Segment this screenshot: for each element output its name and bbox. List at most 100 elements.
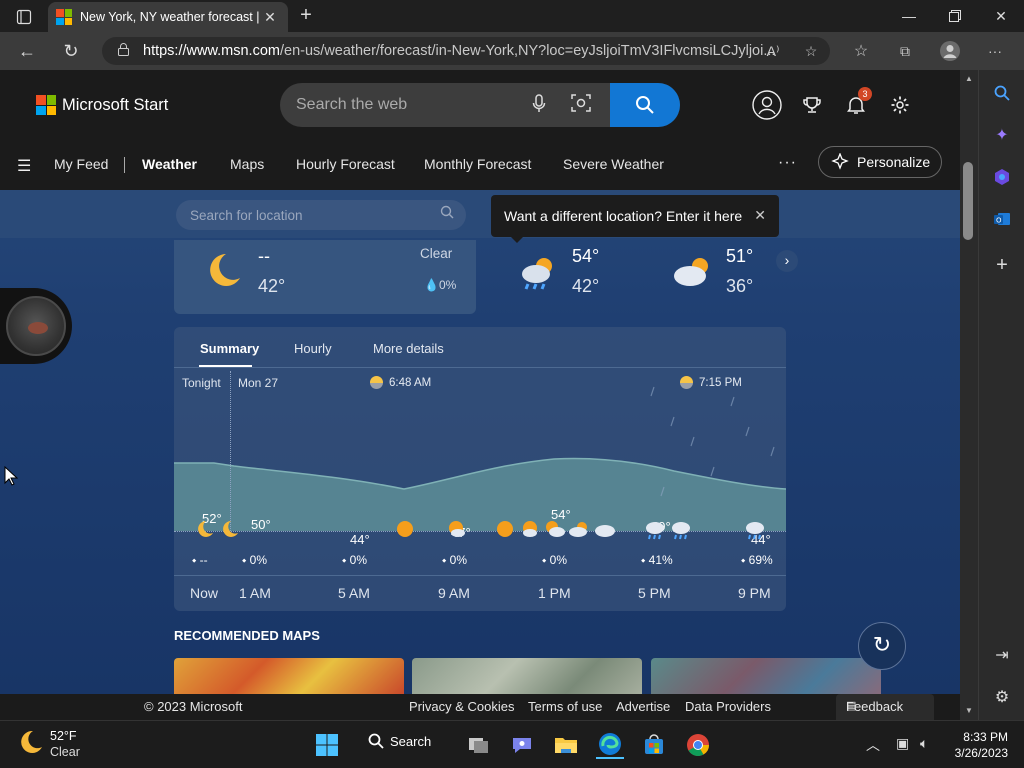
day-card-tuesday[interactable]: 51° 36° [660, 240, 790, 314]
axis-divider [174, 575, 786, 576]
tuesday-low: 36° [726, 276, 754, 296]
settings-more-icon[interactable]: ··· [984, 40, 1006, 62]
clock-date: 3/26/2023 [954, 746, 1008, 760]
settings-gear-icon[interactable] [884, 89, 916, 121]
show-hidden-icons[interactable]: ︿ [866, 735, 880, 755]
location-search-input[interactable]: Search for location [176, 200, 466, 230]
menu-hamburger-icon[interactable]: ☰ [17, 156, 35, 176]
personalize-button[interactable]: Personalize [818, 146, 942, 178]
add-sidebar-icon[interactable]: + [989, 252, 1015, 278]
tab-summary[interactable]: Summary [200, 341, 259, 356]
feedback-button[interactable]: ▤ Feedback [836, 694, 934, 720]
taskbar-clock[interactable]: 8:33 PM 3/26/2023 [950, 729, 1008, 761]
hide-sidebar-icon[interactable]: ⇥ [989, 642, 1015, 668]
clock-time: 8:33 PM [963, 730, 1008, 744]
precip-9pm: ⬩ 69% [741, 553, 773, 567]
copilot-avatar-bubble[interactable] [0, 288, 72, 364]
nav-my-feed[interactable]: My Feed [54, 156, 108, 172]
rewards-trophy-icon[interactable] [796, 89, 828, 121]
lock-icon [118, 42, 129, 60]
back-icon[interactable]: ← [12, 37, 42, 65]
microsoft-store-icon[interactable] [640, 731, 668, 759]
mouse-cursor-icon [4, 466, 18, 486]
outlook-icon[interactable]: O [989, 206, 1015, 232]
profile-icon[interactable] [939, 40, 961, 62]
location-search-icon[interactable] [440, 205, 454, 222]
map-thumbnail-satellite[interactable] [412, 658, 642, 694]
refresh-button[interactable]: ↻ [858, 622, 906, 670]
tab-more-details[interactable]: More details [373, 341, 444, 356]
taskbar-search-button[interactable]: Search [368, 733, 431, 749]
msn-header: Microsoft Start Search the web 3 ☰ My Fe… [0, 70, 960, 190]
data-providers-link[interactable]: Data Providers [685, 699, 771, 714]
scrollbar-thumb[interactable] [963, 162, 973, 240]
microphone-icon[interactable] [528, 94, 550, 116]
axis-5pm: 5 PM [638, 585, 671, 601]
advertise-link[interactable]: Advertise [616, 699, 670, 714]
edge-browser-icon[interactable] [596, 731, 624, 759]
nav-hourly-forecast[interactable]: Hourly Forecast [296, 156, 395, 172]
axis-5am: 5 AM [338, 585, 370, 601]
file-explorer-icon[interactable] [552, 731, 580, 759]
terms-link[interactable]: Terms of use [528, 699, 602, 714]
microsoft-start-logo[interactable]: Microsoft Start [36, 95, 168, 115]
account-icon[interactable] [751, 89, 783, 121]
close-window-button[interactable]: ✕ [978, 0, 1024, 32]
tab-actions-icon[interactable] [8, 6, 40, 28]
nav-severe-weather[interactable]: Severe Weather [563, 156, 664, 172]
location-tooltip: Want a different location? Enter it here… [491, 195, 779, 243]
nav-maps[interactable]: Maps [230, 156, 264, 172]
copilot-sparkle-icon[interactable]: ✦ [989, 122, 1015, 148]
page-scrollbar[interactable]: ▲ ▼ [960, 70, 978, 720]
volume-icon[interactable]: 🔈︎ [920, 735, 928, 752]
restore-button[interactable] [932, 0, 978, 32]
teams-chat-icon[interactable] [508, 731, 536, 759]
read-aloud-icon[interactable]: A⁾ [762, 40, 784, 62]
map-thumbnail-radar[interactable] [651, 658, 881, 694]
next-days-chevron-icon[interactable]: › [776, 250, 798, 272]
address-bar-row: ← ↻ https://www.msn.com/en-us/weather/fo… [0, 32, 1024, 70]
browser-tab[interactable]: New York, NY weather forecast | M ✕ [48, 2, 288, 32]
games-icon[interactable] [989, 164, 1015, 190]
nav-weather[interactable]: Weather [142, 156, 197, 172]
scroll-up-icon[interactable]: ▲ [963, 74, 975, 83]
new-tab-button[interactable]: + [294, 4, 318, 28]
recommended-maps-heading: RECOMMENDED MAPS [174, 628, 320, 643]
search-input[interactable]: Search the web [296, 96, 407, 114]
windows-start-icon[interactable] [313, 731, 341, 759]
cloudy-icon [595, 525, 615, 537]
collections-icon[interactable]: ⧉ [894, 40, 916, 62]
day-card-tomorrow[interactable]: 54° 42° [500, 240, 640, 314]
url-field[interactable]: https://www.msn.com/en-us/weather/foreca… [102, 37, 830, 65]
refresh-icon[interactable]: ↻ [56, 37, 86, 65]
taskbar-search-label: Search [390, 733, 432, 749]
favorites-icon[interactable]: ☆ [850, 40, 872, 62]
notifications-bell-icon[interactable]: 3 [840, 87, 872, 121]
tab-hourly[interactable]: Hourly [294, 341, 332, 356]
chrome-icon[interactable] [684, 731, 712, 759]
drop-icon: ⬩ [542, 553, 550, 567]
nav-more-icon[interactable]: ··· [778, 154, 797, 172]
network-icon[interactable]: ▣ [896, 735, 909, 752]
search-button[interactable] [610, 83, 680, 127]
privacy-link[interactable]: Privacy & Cookies [409, 699, 514, 714]
precip-5am: ⬩ 0% [342, 553, 367, 567]
nav-monthly-forecast[interactable]: Monthly Forecast [424, 156, 531, 172]
forecast-summary-panel: Summary Hourly More details Tonight Mon … [174, 327, 786, 611]
day-card-today[interactable]: -- 42° Clear 💧0% [174, 240, 476, 314]
add-favorite-icon[interactable]: ☆ [800, 40, 822, 62]
search-icon[interactable] [989, 80, 1015, 106]
map-thumbnail-temperature[interactable] [174, 658, 404, 694]
personalize-label: Personalize [857, 154, 931, 170]
taskbar-weather-widget[interactable]: 52°F Clear [18, 729, 80, 759]
scroll-down-icon[interactable]: ▼ [963, 706, 975, 715]
visual-search-icon[interactable] [570, 94, 592, 116]
web-search-box[interactable]: Search the web [280, 83, 680, 127]
rain-drop-icon: 💧 [424, 278, 439, 292]
task-view-icon[interactable] [465, 731, 493, 759]
tab-close-icon[interactable]: ✕ [260, 9, 280, 26]
tooltip-close-icon[interactable]: ✕ [754, 207, 766, 224]
mostly-cloudy-icon [546, 521, 565, 537]
sidebar-settings-icon[interactable]: ⚙ [989, 684, 1015, 710]
minimize-button[interactable]: — [886, 0, 932, 32]
